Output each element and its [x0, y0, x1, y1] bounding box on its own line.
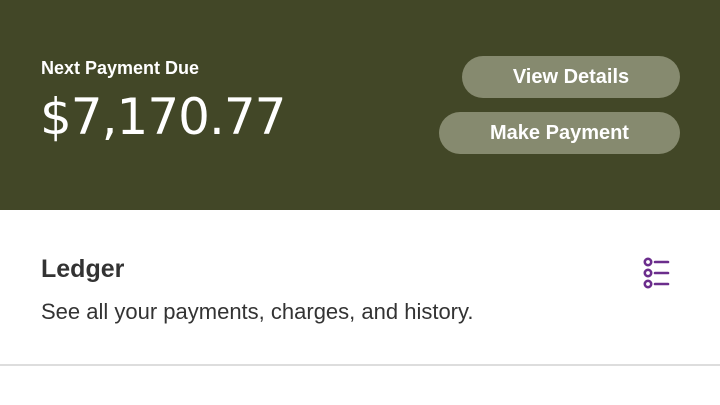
next-payment-label: Next Payment Due — [41, 58, 200, 78]
make-payment-button[interactable]: Make Payment — [439, 112, 680, 154]
view-details-button[interactable]: View Details — [462, 56, 680, 98]
ledger-card[interactable]: Ledger See all your payments, charges, a… — [0, 210, 720, 366]
ledger-description: See all your payments, charges, and hist… — [41, 299, 474, 324]
list-icon — [643, 257, 670, 289]
payment-amount: $7,170.77 — [40, 88, 286, 146]
ledger-title: Ledger — [41, 255, 125, 283]
payment-banner: Next Payment Due $7,170.77 View Details … — [0, 0, 720, 210]
